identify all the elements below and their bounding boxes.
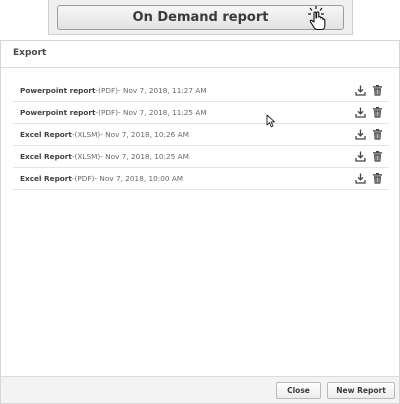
on-demand-toolbar: On Demand report [48,0,353,35]
report-name: Excel Report [20,174,72,183]
hand-pointer-cursor-icon [308,6,326,31]
report-format: (XLSM) [74,130,101,139]
download-icon[interactable] [355,151,366,162]
list-item: Excel Report - (PDF) - Nov 7, 2018, 10:0… [13,168,389,190]
trash-icon[interactable] [372,85,383,96]
report-name: Powerpoint report [20,108,96,117]
dialog-title: Export [1,41,399,68]
report-date: - Nov 7, 2018, 10:00 AM [94,174,184,183]
close-button[interactable]: Close [276,382,321,399]
report-format: (PDF) [98,86,119,95]
trash-icon[interactable] [372,173,383,184]
report-date: - Nov 7, 2018, 11:25 AM [118,108,207,117]
report-date: - Nov 7, 2018, 10:25 AM [100,152,189,161]
new-report-button[interactable]: New Report [327,382,395,399]
report-date: - Nov 7, 2018, 11:27 AM [118,86,207,95]
report-format: (XLSM) [74,152,101,161]
report-name: Excel Report [20,130,72,139]
list-item: Powerpoint report - (PDF) - Nov 7, 2018,… [13,102,389,124]
list-item: Excel Report - (XLSM) - Nov 7, 2018, 10:… [13,146,389,168]
report-date: - Nov 7, 2018, 10:26 AM [100,130,189,139]
on-demand-report-label: On Demand report [132,10,269,25]
download-icon[interactable] [355,107,366,118]
download-icon[interactable] [355,129,366,140]
export-dialog: Export Powerpoint report - (PDF) - Nov 7… [0,40,400,404]
download-icon[interactable] [355,85,366,96]
arrow-cursor-icon [266,114,276,128]
report-format: (PDF) [74,174,95,183]
report-name: Excel Report [20,152,72,161]
list-item: Powerpoint report - (PDF) - Nov 7, 2018,… [13,80,389,102]
trash-icon[interactable] [372,129,383,140]
report-format: (PDF) [98,108,119,117]
dialog-footer: Close New Report [1,376,399,403]
export-list: Powerpoint report - (PDF) - Nov 7, 2018,… [13,80,389,190]
trash-icon[interactable] [372,151,383,162]
on-demand-report-button[interactable]: On Demand report [57,5,344,30]
report-name: Powerpoint report [20,86,96,95]
trash-icon[interactable] [372,107,383,118]
download-icon[interactable] [355,173,366,184]
list-item: Excel Report - (XLSM) - Nov 7, 2018, 10:… [13,124,389,146]
